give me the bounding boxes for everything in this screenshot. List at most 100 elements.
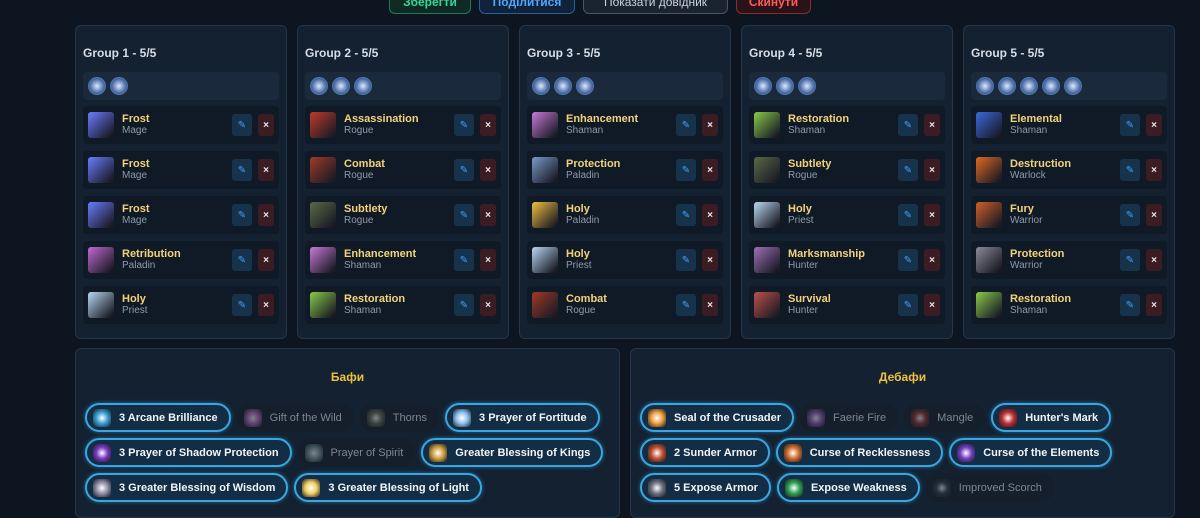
debuff-chip[interactable]: Seal of the Crusader <box>640 403 794 432</box>
debuff-chip[interactable]: 2 Sunder Armor <box>640 438 770 467</box>
edit-member-button[interactable]: ✎ <box>898 159 918 181</box>
remove-member-button[interactable]: × <box>702 294 718 316</box>
remove-member-button[interactable]: × <box>702 114 718 136</box>
debuff-chip[interactable]: Improved Scorch <box>925 473 1054 502</box>
buff-chip[interactable]: Greater Blessing of Kings <box>421 438 604 467</box>
chip-label: Hunter's Mark <box>1025 411 1099 424</box>
remove-member-button[interactable]: × <box>924 159 940 181</box>
remove-member-button[interactable]: × <box>480 249 496 271</box>
member-spec: Subtlety <box>344 203 388 215</box>
edit-member-button[interactable]: ✎ <box>676 249 696 271</box>
buff-chip[interactable]: 3 Prayer of Fortitude <box>445 403 600 432</box>
remove-member-button[interactable]: × <box>702 159 718 181</box>
edit-member-button[interactable]: ✎ <box>898 204 918 226</box>
remove-member-button[interactable]: × <box>258 249 274 271</box>
edit-member-button[interactable]: ✎ <box>1120 249 1140 271</box>
buff-chip[interactable]: Gift of the Wild <box>236 403 354 432</box>
remove-member-button[interactable]: × <box>1146 114 1162 136</box>
member-text: Protection Warrior <box>1010 248 1120 272</box>
retribution-paladin-icon <box>88 247 114 273</box>
debuff-chip[interactable]: Curse of Recklessness <box>775 438 944 467</box>
buff-chip[interactable]: 3 Greater Blessing of Wisdom <box>85 473 289 502</box>
edit-member-button[interactable]: ✎ <box>1120 159 1140 181</box>
remove-member-button[interactable]: × <box>1146 249 1162 271</box>
buff-chip[interactable]: 3 Greater Blessing of Light <box>294 473 482 502</box>
chip-label: 5 Expose Armor <box>674 481 758 494</box>
edit-member-button[interactable]: ✎ <box>232 294 252 316</box>
member-text: Marksmanship Hunter <box>788 249 898 272</box>
edit-member-button[interactable]: ✎ <box>454 159 474 181</box>
edit-member-button[interactable]: ✎ <box>454 294 474 316</box>
remove-member-button[interactable]: × <box>258 159 274 181</box>
member-text: Enhancement Shaman <box>566 114 676 137</box>
member-text: Fury Warrior <box>1010 204 1120 227</box>
debuff-chip[interactable]: Hunter's Mark <box>991 403 1112 432</box>
edit-member-button[interactable]: ✎ <box>676 204 696 226</box>
combat-rogue-icon <box>310 157 336 183</box>
edit-member-button[interactable]: ✎ <box>454 204 474 226</box>
edit-member-button[interactable]: ✎ <box>676 159 696 181</box>
remove-member-button[interactable]: × <box>480 159 496 181</box>
show-guide-button[interactable]: Показати довідник <box>583 0 728 14</box>
member-class: Priest <box>122 305 148 316</box>
save-button[interactable]: Зберегти <box>389 0 471 14</box>
frost-mage-icon <box>88 157 114 183</box>
buff-chip[interactable]: Prayer of Spirit <box>297 438 416 467</box>
buff-chip[interactable]: 3 Prayer of Shadow Protection <box>85 438 292 467</box>
member-row: Assassination Rogue ✎ × <box>305 106 501 144</box>
remove-member-button[interactable]: × <box>480 294 496 316</box>
edit-member-button[interactable]: ✎ <box>676 294 696 316</box>
edit-member-button[interactable]: ✎ <box>676 114 696 136</box>
shadow-protection-icon <box>554 77 572 95</box>
remove-member-button[interactable]: × <box>924 294 940 316</box>
remove-member-button[interactable]: × <box>480 204 496 226</box>
member-spec: Protection <box>1010 248 1065 260</box>
edit-member-button[interactable]: ✎ <box>1120 204 1140 226</box>
edit-member-button[interactable]: ✎ <box>898 114 918 136</box>
remove-member-button[interactable]: × <box>1146 159 1162 181</box>
chip-label: 3 Arcane Brilliance <box>119 411 218 424</box>
remove-member-button[interactable]: × <box>924 204 940 226</box>
edit-member-button[interactable]: ✎ <box>1120 294 1140 316</box>
buff-chip[interactable]: Thorns <box>359 403 440 432</box>
member-class: Hunter <box>788 260 819 271</box>
strength-icon <box>1042 77 1060 95</box>
remove-member-button[interactable]: × <box>258 294 274 316</box>
debuff-chip[interactable]: Expose Weakness <box>776 473 920 502</box>
buff-chip[interactable]: 3 Arcane Brilliance <box>85 403 231 432</box>
edit-member-button[interactable]: ✎ <box>232 159 252 181</box>
remove-member-button[interactable]: × <box>258 114 274 136</box>
pencil-icon: ✎ <box>237 164 247 176</box>
pencil-icon: ✎ <box>903 164 913 176</box>
member-spec: Elemental <box>1010 113 1062 125</box>
edit-member-button[interactable]: ✎ <box>1120 114 1140 136</box>
remove-member-button[interactable]: × <box>702 204 718 226</box>
edit-member-button[interactable]: ✎ <box>898 249 918 271</box>
remove-member-button[interactable]: × <box>258 204 274 226</box>
remove-member-button[interactable]: × <box>924 249 940 271</box>
edit-member-button[interactable]: ✎ <box>232 249 252 271</box>
edit-member-button[interactable]: ✎ <box>232 114 252 136</box>
edit-member-button[interactable]: ✎ <box>454 249 474 271</box>
group-2: Group 2 - 5/5 Assassination Rogue ✎ × Combat R… <box>297 25 509 339</box>
edit-member-button[interactable]: ✎ <box>232 204 252 226</box>
edit-member-button[interactable]: ✎ <box>898 294 918 316</box>
member-class: Warrior <box>1010 260 1043 271</box>
member-spec: Holy <box>566 248 590 260</box>
reset-button[interactable]: Скинути <box>736 0 811 14</box>
member-row: Holy Priest ✎ × <box>527 241 723 279</box>
battle-shout-icon <box>998 77 1016 95</box>
edit-member-button[interactable]: ✎ <box>454 114 474 136</box>
restoration-shaman-icon <box>310 292 336 318</box>
remove-member-button[interactable]: × <box>1146 204 1162 226</box>
share-button[interactable]: Поділитися <box>479 0 575 14</box>
debuff-chip[interactable]: 5 Expose Armor <box>640 473 771 502</box>
debuff-chip[interactable]: Faerie Fire <box>799 403 899 432</box>
member-row: Enhancement Shaman ✎ × <box>305 241 501 279</box>
remove-member-button[interactable]: × <box>480 114 496 136</box>
remove-member-button[interactable]: × <box>702 249 718 271</box>
remove-member-button[interactable]: × <box>1146 294 1162 316</box>
debuff-chip[interactable]: Curse of the Elements <box>949 438 1113 467</box>
remove-member-button[interactable]: × <box>924 114 940 136</box>
debuff-chip[interactable]: Mangle <box>904 403 986 432</box>
